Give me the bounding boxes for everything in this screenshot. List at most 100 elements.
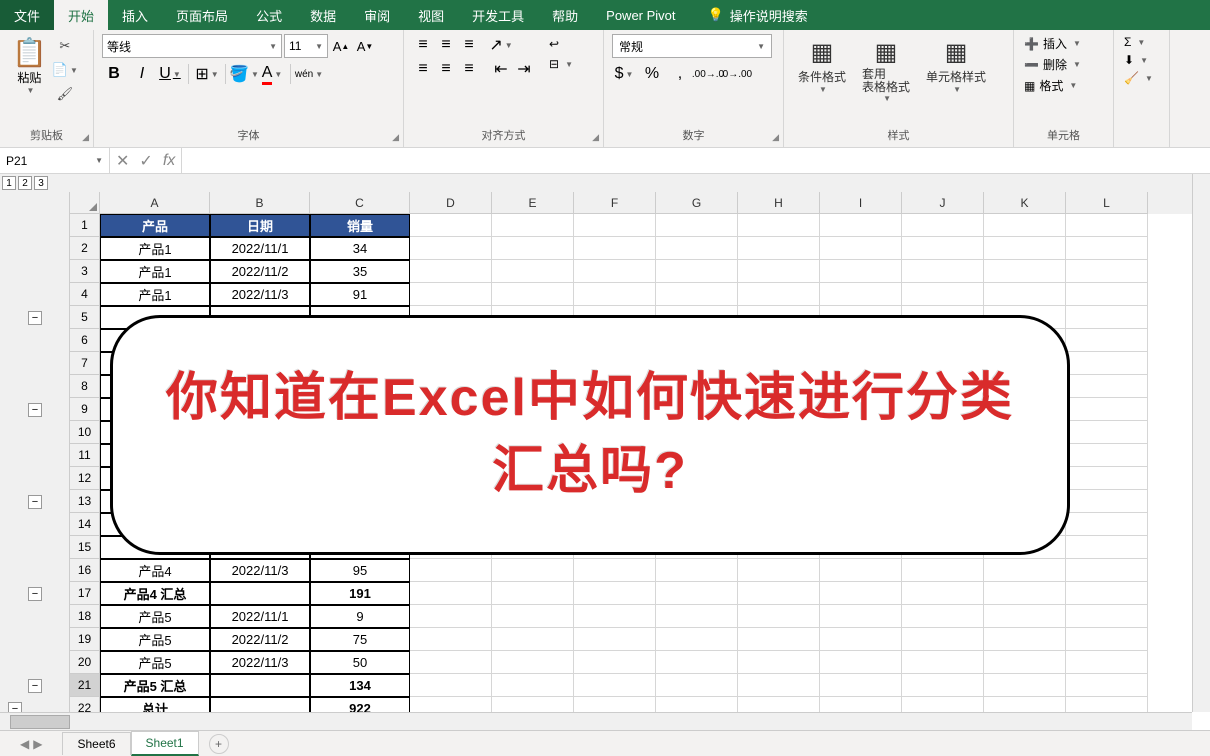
confirm-formula-button[interactable]: ✓	[139, 151, 152, 171]
align-bottom-button[interactable]: ≡	[458, 34, 480, 56]
empty-cell[interactable]	[1066, 536, 1148, 559]
font-color-button[interactable]: A▼	[260, 62, 284, 86]
empty-cell[interactable]	[1066, 697, 1148, 712]
table-cell[interactable]: 50	[310, 651, 410, 674]
empty-cell[interactable]	[984, 674, 1066, 697]
tab-data[interactable]: 数据	[296, 0, 350, 30]
tab-view[interactable]: 视图	[404, 0, 458, 30]
empty-cell[interactable]	[738, 283, 820, 306]
row-header[interactable]: 6	[70, 329, 100, 352]
empty-cell[interactable]	[738, 237, 820, 260]
border-button[interactable]: ⊞▼	[195, 62, 219, 86]
empty-cell[interactable]	[1066, 467, 1148, 490]
table-cell[interactable]: 2022/11/3	[210, 651, 310, 674]
empty-cell[interactable]	[984, 605, 1066, 628]
select-all-corner[interactable]	[70, 192, 100, 214]
outline-collapse-button[interactable]: −	[28, 403, 42, 417]
sheet-nav-next[interactable]: ▶	[33, 737, 42, 751]
empty-cell[interactable]	[820, 260, 902, 283]
col-header-i[interactable]: I	[820, 192, 902, 214]
tab-file[interactable]: 文件	[0, 0, 54, 30]
empty-cell[interactable]	[1066, 306, 1148, 329]
empty-cell[interactable]	[1066, 651, 1148, 674]
row-header[interactable]: 5	[70, 306, 100, 329]
empty-cell[interactable]	[1066, 582, 1148, 605]
empty-cell[interactable]	[820, 214, 902, 237]
vertical-scrollbar[interactable]	[1192, 174, 1210, 712]
col-header-e[interactable]: E	[492, 192, 574, 214]
empty-cell[interactable]	[574, 237, 656, 260]
name-box[interactable]: P21▼	[0, 148, 110, 173]
phonetic-button[interactable]: wén▼	[297, 62, 321, 86]
increase-decimal-button[interactable]: .00→.0	[696, 62, 720, 86]
row-header[interactable]: 10	[70, 421, 100, 444]
empty-cell[interactable]	[820, 651, 902, 674]
empty-cell[interactable]	[410, 260, 492, 283]
table-cell[interactable]: 产品5 汇总	[100, 674, 210, 697]
align-right-button[interactable]: ≡	[458, 58, 480, 80]
empty-cell[interactable]	[656, 697, 738, 712]
tab-review[interactable]: 审阅	[350, 0, 404, 30]
empty-cell[interactable]	[820, 674, 902, 697]
empty-cell[interactable]	[1066, 490, 1148, 513]
table-cell[interactable]	[210, 697, 310, 712]
row-header[interactable]: 13	[70, 490, 100, 513]
empty-cell[interactable]	[902, 674, 984, 697]
empty-cell[interactable]	[410, 674, 492, 697]
empty-cell[interactable]	[902, 559, 984, 582]
col-header-g[interactable]: G	[656, 192, 738, 214]
sheet-tab-0[interactable]: Sheet6	[62, 732, 130, 755]
empty-cell[interactable]	[1066, 352, 1148, 375]
empty-cell[interactable]	[492, 260, 574, 283]
autosum-button[interactable]: Σ▼	[1122, 34, 1161, 50]
empty-cell[interactable]	[410, 283, 492, 306]
cell-styles-button[interactable]: ▦ 单元格样式▼	[920, 34, 992, 96]
empty-cell[interactable]	[492, 559, 574, 582]
decrease-font-button[interactable]: A▼	[354, 35, 376, 57]
empty-cell[interactable]	[656, 214, 738, 237]
col-header-c[interactable]: C	[310, 192, 410, 214]
empty-cell[interactable]	[1066, 214, 1148, 237]
empty-cell[interactable]	[820, 283, 902, 306]
row-header[interactable]: 17	[70, 582, 100, 605]
empty-cell[interactable]	[902, 214, 984, 237]
empty-cell[interactable]	[984, 651, 1066, 674]
empty-cell[interactable]	[902, 605, 984, 628]
empty-cell[interactable]	[1066, 398, 1148, 421]
table-cell[interactable]: 134	[310, 674, 410, 697]
outline-collapse-button[interactable]: −	[28, 495, 42, 509]
outline-collapse-button[interactable]: −	[28, 587, 42, 601]
table-cell[interactable]: 产品1	[100, 283, 210, 306]
empty-cell[interactable]	[492, 605, 574, 628]
table-cell[interactable]	[210, 582, 310, 605]
formula-input[interactable]	[182, 148, 1210, 173]
empty-cell[interactable]	[1066, 674, 1148, 697]
tab-insert[interactable]: 插入	[108, 0, 162, 30]
empty-cell[interactable]	[410, 237, 492, 260]
align-middle-button[interactable]: ≡	[435, 34, 457, 56]
empty-cell[interactable]	[410, 582, 492, 605]
col-header-l[interactable]: L	[1066, 192, 1148, 214]
row-header[interactable]: 11	[70, 444, 100, 467]
empty-cell[interactable]	[820, 628, 902, 651]
empty-cell[interactable]	[1066, 283, 1148, 306]
row-header[interactable]: 3	[70, 260, 100, 283]
table-cell[interactable]	[210, 674, 310, 697]
col-header-k[interactable]: K	[984, 192, 1066, 214]
empty-cell[interactable]	[1066, 260, 1148, 283]
empty-cell[interactable]	[656, 651, 738, 674]
row-header[interactable]: 21	[70, 674, 100, 697]
table-cell[interactable]: 2022/11/1	[210, 605, 310, 628]
table-cell[interactable]: 91	[310, 283, 410, 306]
empty-cell[interactable]	[1066, 628, 1148, 651]
table-cell[interactable]: 922	[310, 697, 410, 712]
empty-cell[interactable]	[984, 283, 1066, 306]
empty-cell[interactable]	[1066, 329, 1148, 352]
cancel-formula-button[interactable]: ✕	[116, 151, 129, 171]
empty-cell[interactable]	[984, 559, 1066, 582]
empty-cell[interactable]	[902, 628, 984, 651]
outline-level-3[interactable]: 3	[34, 176, 48, 190]
outline-level-2[interactable]: 2	[18, 176, 32, 190]
decrease-decimal-button[interactable]: .0→.00	[724, 62, 748, 86]
empty-cell[interactable]	[984, 214, 1066, 237]
